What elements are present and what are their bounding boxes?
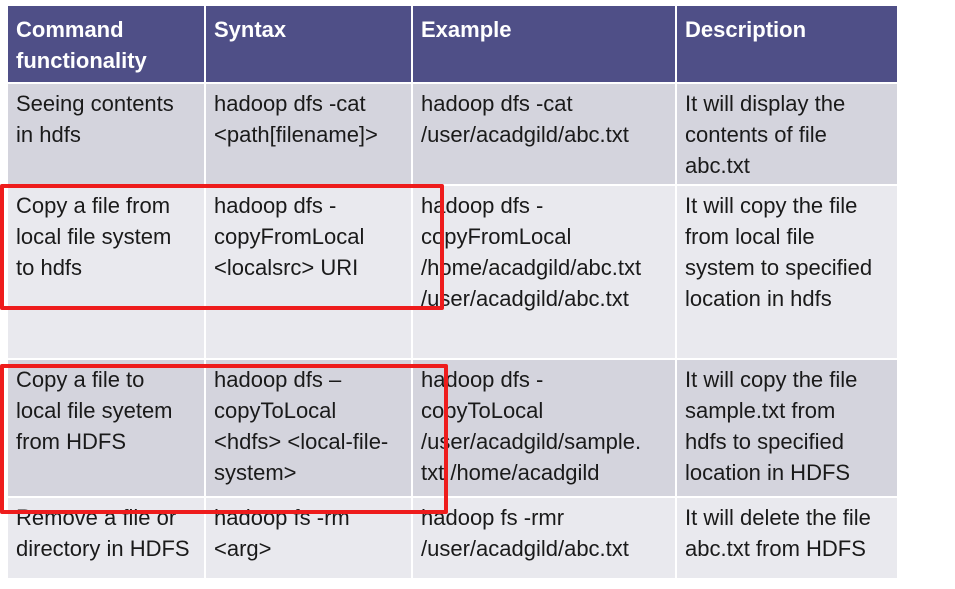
cell-text: hadoop fs -rmr bbox=[421, 505, 565, 530]
cell-example: hadoop fs -rmr /user/acadgild/abc.txt bbox=[413, 498, 675, 578]
header-example: Example bbox=[413, 6, 675, 82]
cell-text: directory in HDFS bbox=[16, 536, 190, 561]
cell-text: hadoop dfs – bbox=[214, 367, 342, 392]
cell-syntax: hadoop dfs - copyFromLocal <localsrc> UR… bbox=[206, 186, 411, 358]
header-text: Example bbox=[421, 17, 512, 42]
cell-text: in hdfs bbox=[16, 122, 81, 147]
cell-text: from local file bbox=[685, 224, 815, 249]
cell-text: <hdfs> <local-file- bbox=[214, 429, 389, 454]
cell-text: copyFromLocal bbox=[214, 224, 365, 249]
cell-syntax: hadoop dfs – copyToLocal <hdfs> <local-f… bbox=[206, 360, 411, 496]
cell-text: abc.txt from HDFS bbox=[685, 536, 866, 561]
cell-example: hadoop dfs -cat /user/acadgild/abc.txt bbox=[413, 84, 675, 184]
header-text: functionality bbox=[16, 48, 147, 73]
cell-text: system to specified bbox=[685, 255, 873, 280]
cell-description: It will delete the file abc.txt from HDF… bbox=[677, 498, 897, 578]
cell-text: local file syetem bbox=[16, 398, 173, 423]
cell-text: /user/acadgild/abc.txt bbox=[421, 122, 629, 147]
cell-text: /user/acadgild/abc.txt bbox=[421, 536, 629, 561]
cell-text: /user/acadgild/sample. bbox=[421, 429, 642, 454]
cell-text: Copy a file from bbox=[16, 193, 171, 218]
cell-text: Seeing contents bbox=[16, 91, 174, 116]
cell-example: hadoop dfs - copyFromLocal /home/acadgil… bbox=[413, 186, 675, 358]
cell-text: from HDFS bbox=[16, 429, 126, 454]
cell-text: /user/acadgild/abc.txt bbox=[421, 286, 629, 311]
cell-text: system> bbox=[214, 460, 297, 485]
cell-syntax: hadoop dfs -cat <path[filename]> bbox=[206, 84, 411, 184]
header-text: Command bbox=[16, 17, 124, 42]
cell-functionality: Remove a file or directory in HDFS bbox=[8, 498, 204, 578]
cell-text: local file system bbox=[16, 224, 172, 249]
cell-text: hadoop dfs - bbox=[421, 367, 544, 392]
cell-description: It will display the contents of file abc… bbox=[677, 84, 897, 184]
header-description: Description bbox=[677, 6, 897, 82]
header-text: Description bbox=[685, 17, 807, 42]
cell-description: It will copy the file from local file sy… bbox=[677, 186, 897, 358]
cell-text: location in HDFS bbox=[685, 460, 851, 485]
header-command-functionality: Command functionality bbox=[8, 6, 204, 82]
cell-text: location in hdfs bbox=[685, 286, 832, 311]
cell-functionality: Copy a file from local file system to hd… bbox=[8, 186, 204, 358]
hdfs-command-table: Command functionality Syntax Example Des… bbox=[6, 4, 899, 580]
cell-text: Copy a file to bbox=[16, 367, 145, 392]
table-row: Remove a file or directory in HDFS hadoo… bbox=[8, 498, 897, 578]
table-row: Copy a file to local file syetem from HD… bbox=[8, 360, 897, 496]
cell-text: It will copy the file bbox=[685, 193, 858, 218]
cell-text: <localsrc> URI bbox=[214, 255, 359, 280]
header-syntax: Syntax bbox=[206, 6, 411, 82]
table-row: Copy a file from local file system to hd… bbox=[8, 186, 897, 358]
cell-text: It will display the bbox=[685, 91, 846, 116]
hdfs-commands-slide: Command functionality Syntax Example Des… bbox=[0, 0, 955, 589]
cell-text: txt /home/acadgild bbox=[421, 460, 600, 485]
cell-functionality: Copy a file to local file syetem from HD… bbox=[8, 360, 204, 496]
cell-text: /home/acadgild/abc.txt bbox=[421, 255, 642, 280]
cell-functionality: Seeing contents in hdfs bbox=[8, 84, 204, 184]
cell-text: hdfs to specified bbox=[685, 429, 844, 454]
cell-text: <path[filename]> bbox=[214, 122, 378, 147]
cell-syntax: hadoop fs -rm <arg> bbox=[206, 498, 411, 578]
cell-text: Remove a file or bbox=[16, 505, 177, 530]
header-row: Command functionality Syntax Example Des… bbox=[8, 6, 897, 82]
cell-text: sample.txt from bbox=[685, 398, 836, 423]
cell-text: hadoop dfs - bbox=[421, 193, 544, 218]
cell-text: abc.txt bbox=[685, 153, 750, 178]
cell-text: contents of file bbox=[685, 122, 827, 147]
cell-text: It will copy the file bbox=[685, 367, 858, 392]
cell-description: It will copy the file sample.txt from hd… bbox=[677, 360, 897, 496]
cell-example: hadoop dfs - copyToLocal /user/acadgild/… bbox=[413, 360, 675, 496]
cell-text: hadoop fs -rm bbox=[214, 505, 350, 530]
cell-text: to hdfs bbox=[16, 255, 83, 280]
cell-text: hadoop dfs -cat bbox=[214, 91, 366, 116]
cell-text: hadoop dfs - bbox=[214, 193, 337, 218]
cell-text: hadoop dfs -cat bbox=[421, 91, 573, 116]
cell-text: copyFromLocal bbox=[421, 224, 572, 249]
cell-text: It will delete the file bbox=[685, 505, 871, 530]
cell-text: <arg> bbox=[214, 536, 272, 561]
cell-text: copyToLocal bbox=[214, 398, 337, 423]
table-row: Seeing contents in hdfs hadoop dfs -cat … bbox=[8, 84, 897, 184]
header-text: Syntax bbox=[214, 17, 287, 42]
cell-text: copyToLocal bbox=[421, 398, 544, 423]
